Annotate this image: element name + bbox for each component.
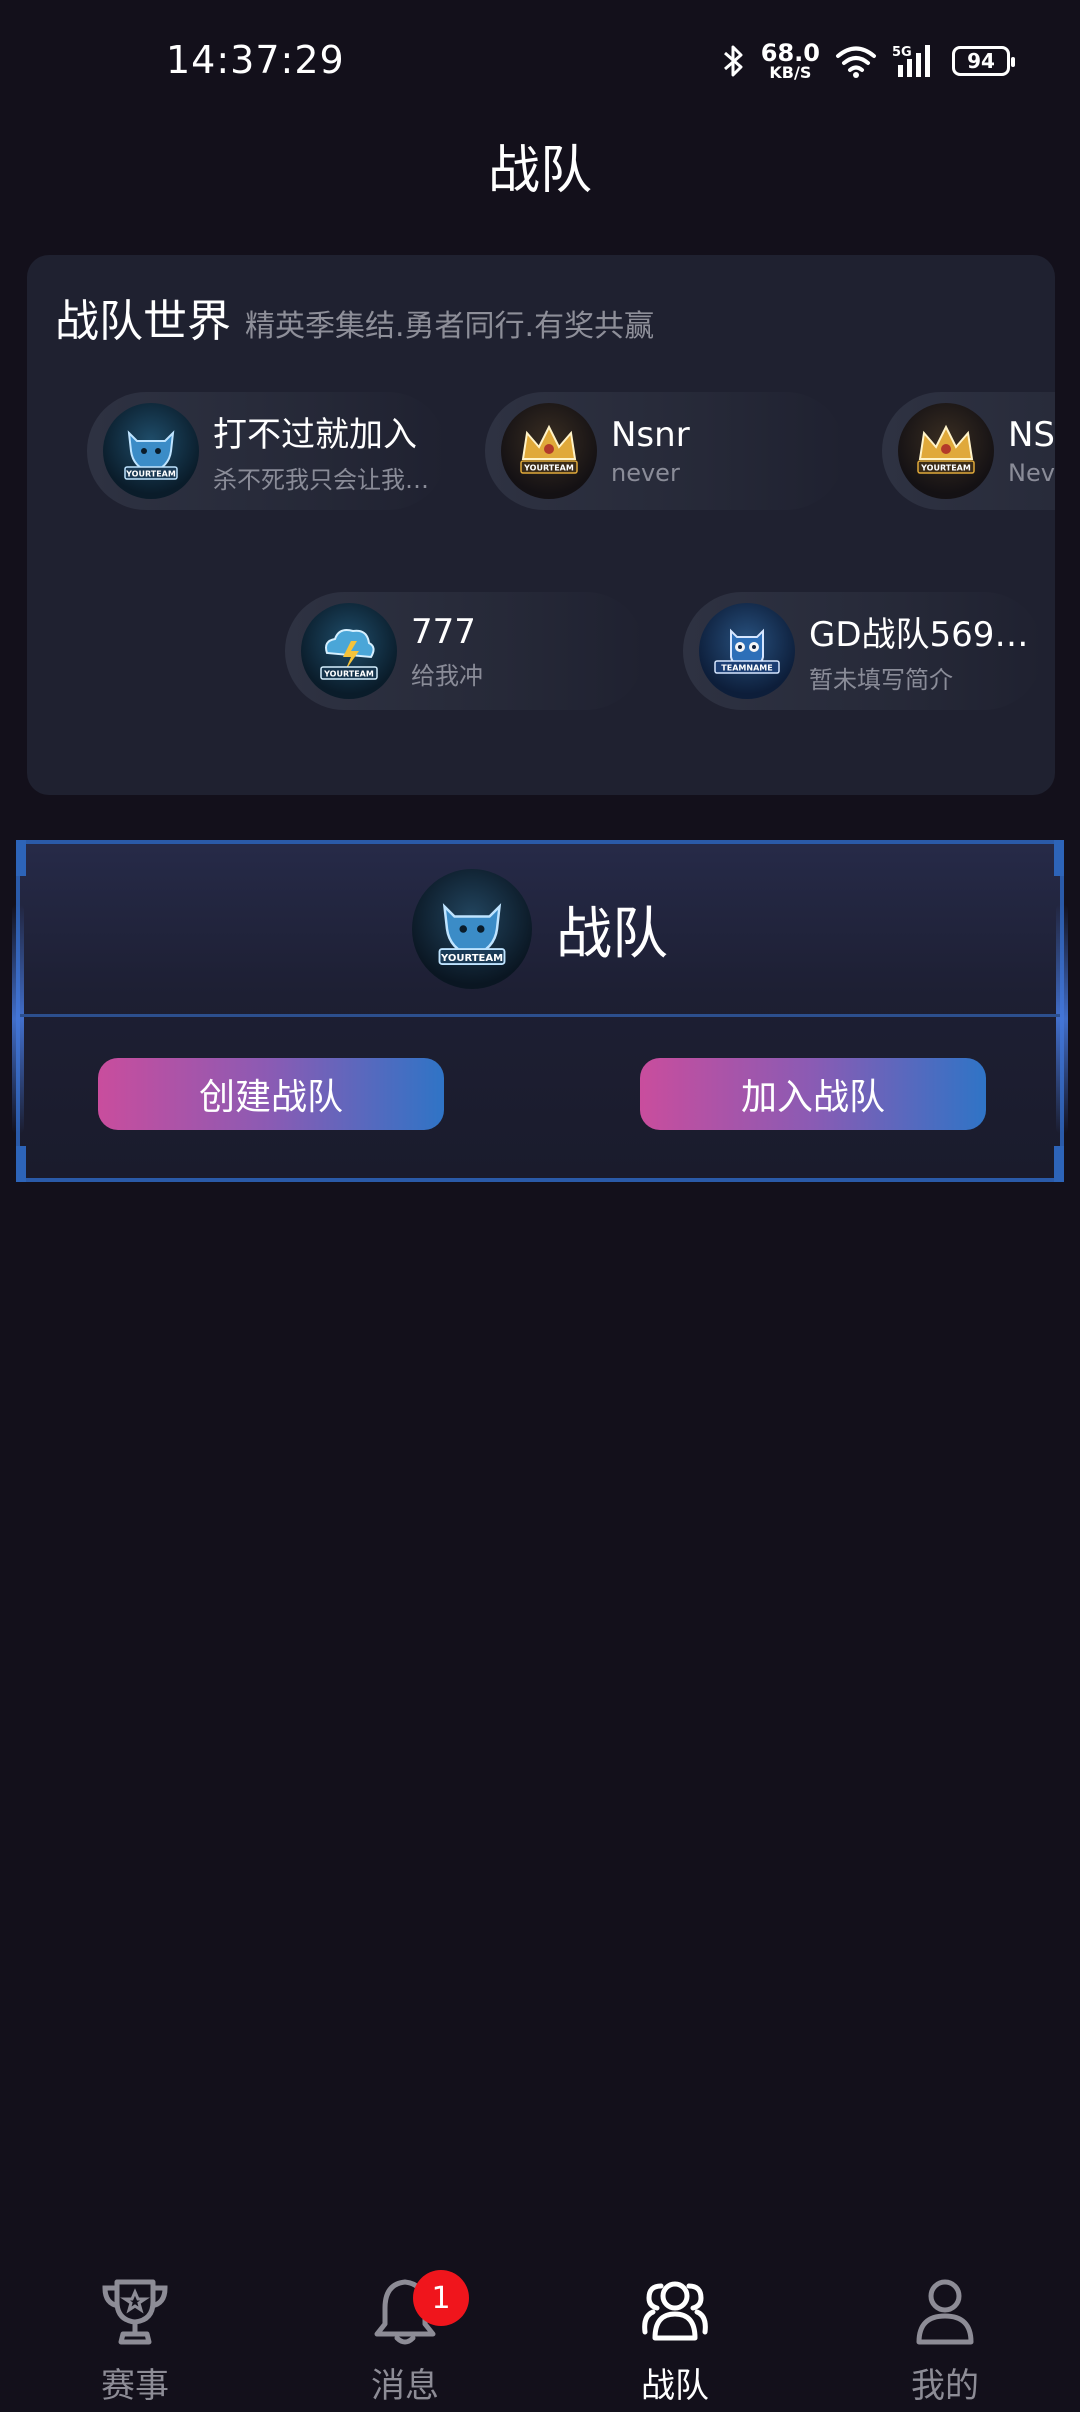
team-card[interactable]: YOURTEAM 打不过就加入 杀不死我只会让我… — [87, 392, 447, 510]
yourteam-crown-badge-icon: YOURTEAM — [520, 424, 578, 474]
panel-corner — [16, 1146, 26, 1182]
battery-indicator: 94 — [952, 46, 1015, 76]
team-world-subtitle: 精英季集结.勇者同行.有奖共赢 — [245, 309, 655, 344]
network-speed-unit: KB/S — [769, 63, 812, 82]
status-icons: 68.0 KB/S 5G 94 — [721, 38, 1015, 84]
teamname-owl-badge-icon: TEAMNAME — [714, 628, 780, 674]
panel-corner — [1054, 1146, 1064, 1182]
team-desc: 暂未填写简介 — [809, 666, 953, 694]
signal-icon: 5G — [892, 45, 930, 77]
yourteam-storm-badge-icon: YOURTEAM — [320, 629, 378, 680]
team-avatar: YOURTEAM — [501, 403, 597, 499]
status-time: 14:37:29 — [166, 38, 345, 82]
team-name: 打不过就加入 — [213, 415, 417, 455]
bluetooth-icon — [723, 45, 743, 77]
status-bar: 14:37:29 68.0 KB/S 5G 94 — [0, 0, 1080, 120]
team-world-header: 战队世界 精英季集结.勇者同行.有奖共赢 — [55, 285, 654, 349]
team-avatar: YOURTEAM — [898, 403, 994, 499]
nav-label: 战队 — [641, 2366, 709, 2406]
team-world-card: 战队世界 精英季集结.勇者同行.有奖共赢 YOURTEAM 打不过就加入 杀不死… — [27, 255, 1055, 795]
page-title: 战队 — [487, 141, 592, 201]
join-team-button[interactable]: 加入战队 — [640, 1058, 986, 1130]
team-panel: YOURTEAM 战队 创建战队 加入战队 — [12, 840, 1068, 1182]
yourteam-crown-badge-icon: YOURTEAM — [917, 424, 975, 474]
nav-item-profile[interactable]: 我的 — [810, 2250, 1080, 2412]
wifi-icon — [836, 46, 876, 78]
svg-text:YOURTEAM: YOURTEAM — [523, 464, 574, 473]
team-name: 777 — [411, 611, 476, 652]
panel-title: 战队 — [556, 901, 668, 967]
create-team-button[interactable]: 创建战队 — [98, 1058, 444, 1130]
svg-text:TEAMNAME: TEAMNAME — [721, 664, 772, 673]
team-avatar: TEAMNAME — [699, 603, 795, 699]
team-desc: 杀不死我只会让我… — [213, 466, 429, 494]
svg-text:YOURTEAM: YOURTEAM — [125, 470, 176, 479]
team-desc: Neve — [1008, 459, 1055, 487]
team-card[interactable]: YOURTEAM Nsnr never — [485, 392, 845, 510]
team-name: GD战队5697… — [809, 615, 1039, 655]
team-icon — [642, 2281, 708, 2341]
nav-label: 消息 — [371, 2366, 439, 2406]
panel-header: YOURTEAM 战队 — [20, 864, 1060, 994]
yourteam-ox-badge-icon: YOURTEAM — [438, 903, 506, 965]
yourteam-ox-badge-icon: YOURTEAM — [124, 430, 178, 480]
nav-label: 赛事 — [101, 2366, 169, 2406]
panel-divider — [20, 1014, 1060, 1017]
team-card[interactable]: YOURTEAM NSI Neve — [882, 392, 1055, 510]
svg-text:YOURTEAM: YOURTEAM — [440, 953, 503, 964]
team-avatar: YOURTEAM — [103, 403, 199, 499]
team-desc: 给我冲 — [411, 661, 483, 690]
team-card[interactable]: TEAMNAME GD战队5697… 暂未填写简介 — [683, 592, 1043, 710]
team-desc: never — [611, 459, 680, 487]
nav-item-team[interactable]: 战队 — [540, 2250, 810, 2412]
team-default-avatar: YOURTEAM — [412, 869, 532, 989]
nav-label: 我的 — [911, 2366, 979, 2406]
team-avatar: YOURTEAM — [301, 603, 397, 699]
bottom-nav: 赛事 1 消息 战队 我的 — [0, 2250, 1080, 2412]
unread-badge: 1 — [413, 2270, 469, 2326]
trophy-icon — [102, 2279, 168, 2345]
nav-item-messages[interactable]: 1 消息 — [270, 2250, 540, 2412]
svg-text:YOURTEAM: YOURTEAM — [323, 670, 374, 679]
nav-item-events[interactable]: 赛事 — [0, 2250, 270, 2412]
team-card[interactable]: YOURTEAM 777 给我冲 — [285, 592, 645, 710]
team-world-title: 战队世界 — [55, 296, 231, 347]
network-type-label: 5G — [892, 45, 912, 60]
team-name: Nsnr — [611, 415, 690, 455]
network-speed-value: 68.0 — [760, 39, 820, 67]
svg-text:YOURTEAM: YOURTEAM — [920, 464, 971, 473]
team-name: NSI — [1008, 415, 1055, 455]
network-speed: 68.0 KB/S — [761, 41, 820, 81]
user-icon — [916, 2279, 974, 2345]
